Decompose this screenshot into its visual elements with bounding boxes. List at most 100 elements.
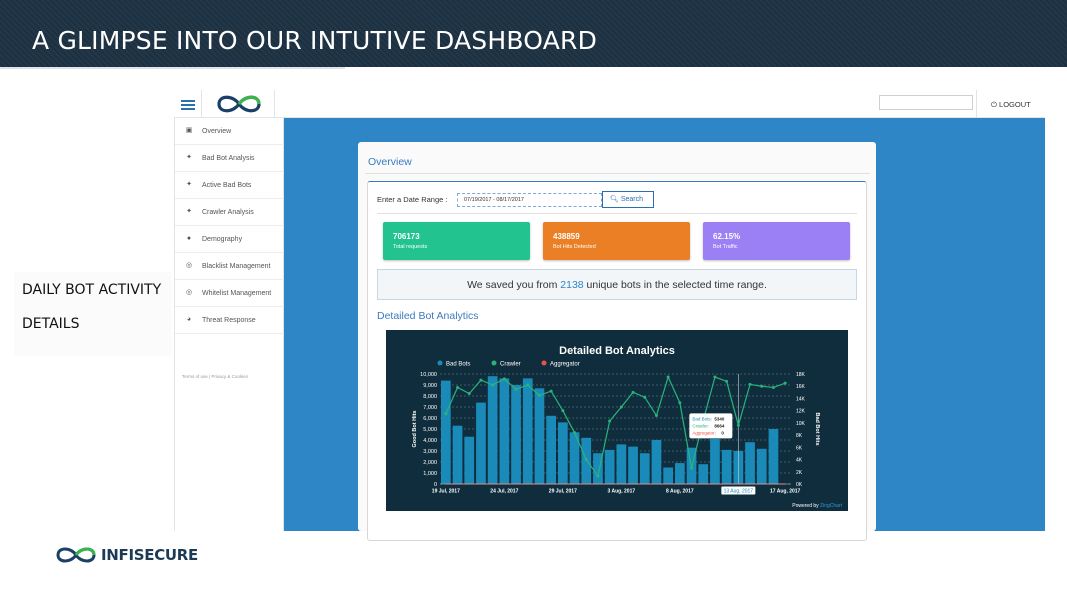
stat-label: Bot Hits Detected (553, 244, 596, 250)
y-tick-label: 4,000 (423, 438, 437, 444)
caption-line-1: DAILY BOT ACTIVITY (22, 282, 162, 298)
y2-axis-label: Bad Bot Hits (814, 413, 820, 446)
y-tick-label: 6,000 (423, 416, 437, 422)
title-underline (0, 67, 345, 69)
legend-label: Aggregator (550, 362, 580, 368)
y2-tick-label: 18K (796, 372, 806, 378)
infinity-logo-icon (217, 95, 261, 113)
stat-label: Total requests (393, 244, 428, 250)
crawler-point (444, 412, 448, 416)
x-tick-label: 19 Jul, 2017 (432, 489, 460, 495)
y2-tick-label: 16K (796, 384, 806, 390)
sidebar-item-demography[interactable]: ● Demography (175, 226, 285, 253)
legend-label: Bad Bots (446, 362, 470, 368)
bar (663, 467, 673, 484)
y2-tick-label: 2K (796, 470, 803, 476)
bar (604, 449, 615, 484)
bug-icon: ✦ (186, 154, 192, 161)
overview-title: Overview (368, 156, 412, 168)
divider (365, 173, 870, 174)
crawler-point (619, 405, 623, 409)
brand-logo: INFISECURE (54, 544, 198, 566)
sidebar-item-blacklist-management[interactable]: ◎ Blacklist Management (175, 253, 285, 280)
crawler-point (643, 395, 647, 399)
crawler-point (783, 381, 787, 385)
caption-block: DAILY BOT ACTIVITY DETAILS (14, 272, 172, 356)
bar (710, 438, 720, 484)
sidebar-item-label: Blacklist Management (202, 263, 271, 270)
y2-tick-label: 4K (796, 458, 803, 464)
bar (476, 402, 486, 484)
crawler-point (514, 387, 518, 391)
crawler-point (549, 389, 553, 393)
x-tick-label: 29 Jul, 2017 (549, 489, 577, 495)
bar (768, 429, 779, 484)
bar (499, 378, 510, 484)
bug-icon: ✦ (186, 208, 192, 215)
y-tick-label: 7,000 (423, 405, 437, 411)
x-tick-label: 13 Aug, 2017 (724, 489, 754, 495)
logout-button[interactable]: ⏻ LOGOUT (976, 90, 1045, 118)
sidebar-item-active-bad-bots[interactable]: ✦ Active Bad Bots (175, 172, 285, 199)
hamburger-menu-icon[interactable] (181, 100, 195, 110)
crawler-point (467, 392, 471, 396)
sidebar-item-label: Active Bad Bots (202, 182, 252, 189)
sidebar-item-label: Whitelist Management (202, 290, 272, 297)
sidebar-item-overview[interactable]: ▣ Overview (175, 118, 285, 145)
top-bar: ⏻ LOGOUT (174, 90, 1045, 118)
y-tick-label: 3,000 (423, 449, 437, 455)
top-search-input[interactable] (879, 95, 973, 110)
crawler-point (596, 474, 600, 478)
saved-prefix: We saved you from (467, 279, 561, 291)
date-range-input[interactable]: 07/19/2017 - 08/17/2017 (457, 193, 602, 207)
bar (441, 380, 451, 484)
app-logo[interactable] (201, 90, 275, 118)
y-tick-label: 5,000 (423, 427, 437, 433)
bar (721, 449, 732, 484)
target-icon: ◎ (185, 262, 193, 269)
tooltip-crawler-value: 8664 (714, 423, 725, 428)
y2-tick-label: 6K (796, 445, 803, 451)
bar (675, 463, 685, 484)
legend-label: Crawler (500, 362, 521, 368)
legend-marker (541, 360, 547, 366)
caption-line-2: DETAILS (22, 316, 80, 332)
stat-label: Bot Traffic (713, 244, 738, 250)
chart-credit-name: ZingChart (820, 503, 843, 509)
legend-marker (437, 360, 443, 366)
bar (745, 442, 755, 484)
bar (628, 446, 638, 484)
crawler-point (713, 375, 717, 379)
crawler-point (736, 423, 740, 427)
tooltip-bad-bots-value: 5340 (714, 416, 725, 421)
sidebar-item-bad-bot-analysis[interactable]: ✦ Bad Bot Analysis (175, 145, 285, 172)
main-content: Overview Enter a Date Range : 07/19/2017… (284, 118, 1045, 541)
y-tick-label: 1,000 (423, 471, 437, 477)
crawler-point (456, 385, 460, 389)
bar (616, 444, 627, 484)
brand-name: INFISECURE (101, 546, 198, 564)
slide: A GLIMPSE INTO OUR INTUTIVE DASHBOARD DA… (0, 0, 1067, 600)
crawler-point (561, 409, 565, 413)
sidebar-item-whitelist-management[interactable]: ◎ Whitelist Management (175, 280, 285, 307)
bar (511, 385, 521, 484)
detailed-analytics-heading: Detailed Bot Analytics (377, 310, 479, 322)
bar (698, 464, 709, 484)
crawler-point (771, 385, 775, 389)
x-tick-label: 3 Aug, 2017 (608, 489, 636, 495)
sidebar-footer-links[interactable]: Terms of use | Privacy & Cookies (182, 374, 248, 379)
logout-label: LOGOUT (999, 100, 1031, 109)
bar (534, 388, 545, 484)
sidebar-item-crawler-analysis[interactable]: ✦ Crawler Analysis (175, 199, 285, 226)
sidebar-item-threat-response[interactable]: ◕ Threat Response (175, 307, 285, 334)
bar (452, 425, 463, 484)
overview-panel: Enter a Date Range : 07/19/2017 - 08/17/… (367, 181, 867, 541)
bug-icon: ✦ (186, 181, 192, 188)
search-button[interactable]: 🔍︎ Search (602, 191, 654, 208)
y-tick-label: 8,000 (423, 394, 437, 400)
y-tick-label: 2,000 (423, 460, 437, 466)
saved-suffix: unique bots in the selected time range. (583, 279, 767, 291)
overview-card: Overview Enter a Date Range : 07/19/2017… (358, 142, 876, 541)
briefcase-icon: ▣ (185, 127, 193, 134)
stat-value: 706173 (393, 232, 420, 241)
